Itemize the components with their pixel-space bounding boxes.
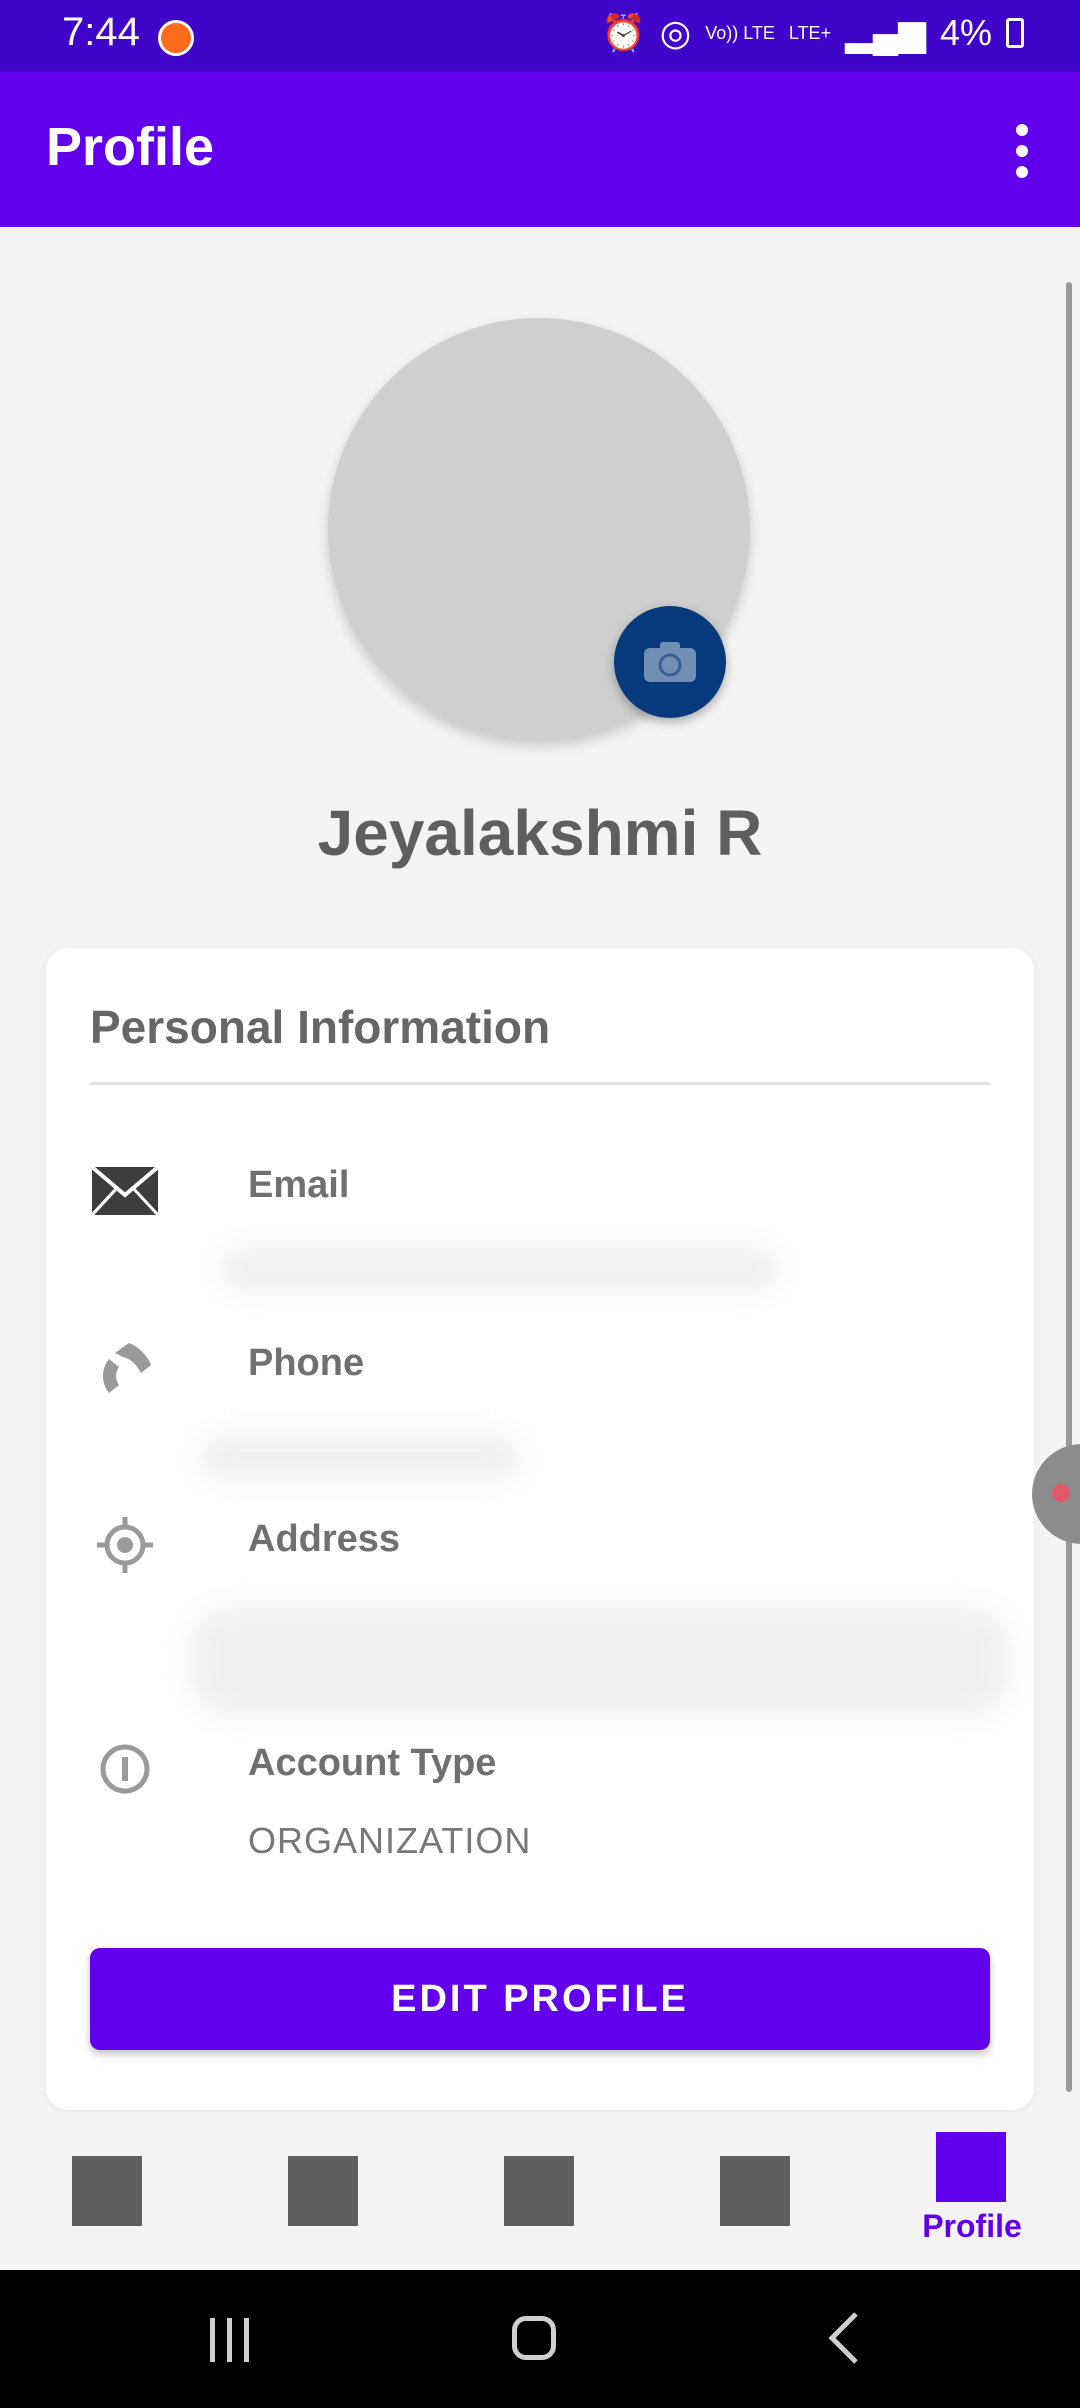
nav-item-profile[interactable]: Profile [864,2112,1080,2270]
card-title: Personal Information [90,1001,551,1053]
lte-indicator: LTE+ [788,23,832,43]
phone-label: Phone [248,1342,365,1384]
address-label: Address [248,1518,401,1560]
nav-item-1[interactable] [0,2112,216,2270]
nav-placeholder-icon [504,2156,574,2226]
hotspot-icon: ◎ [659,12,692,53]
phone-row: Phone [90,1334,990,1480]
nav-item-4[interactable] [648,2112,864,2270]
info-icon [90,1734,160,1804]
email-row: Email [90,1156,990,1292]
envelope-icon [90,1156,160,1226]
battery-percent: 4% [939,12,992,53]
app-bar: Profile [0,72,1080,227]
personal-info-card: Personal Information Email Phone Address… [46,948,1034,2110]
notification-icon [158,20,194,56]
status-icons: ⏰ ◎ Vo)) LTE LTE+ ▂▄▆ 4% [601,12,1024,54]
system-navigation-bar [0,2270,1080,2408]
floating-side-handle[interactable] [1032,1444,1080,1544]
nav-item-3[interactable] [432,2112,648,2270]
account-type-value: ORGANIZATION [248,1820,532,1861]
phone-icon [90,1334,160,1404]
nav-placeholder-icon [288,2156,358,2226]
page-title: Profile [46,117,215,177]
scrollbar[interactable] [1066,282,1072,2092]
status-time: 7:44 [62,10,140,54]
battery-icon [1006,18,1024,48]
nav-placeholder-icon [72,2156,142,2226]
profile-name: Jeyalakshmi R [317,797,763,869]
back-button[interactable] [826,2310,862,2366]
camera-icon [644,642,696,682]
email-label: Email [248,1164,350,1206]
nav-item-2[interactable] [216,2112,432,2270]
account-type-label: Account Type [248,1742,497,1784]
divider [90,1082,990,1085]
volte-indicator: Vo)) LTE [705,23,775,43]
nav-placeholder-icon [720,2156,790,2226]
edit-profile-button[interactable]: EDIT PROFILE [90,1948,990,2050]
account-type-row: Account Type ORGANIZATION [90,1734,990,1894]
signal-icon: ▂▄▆ [845,12,926,53]
status-bar: 7:44 ⏰ ◎ Vo)) LTE LTE+ ▂▄▆ 4% [0,0,1080,72]
email-value-redacted [220,1246,780,1292]
home-button[interactable] [512,2316,556,2360]
address-row: Address [90,1510,1010,1720]
location-target-icon [90,1510,160,1580]
nav-profile-icon [936,2132,1006,2202]
recent-apps-button[interactable] [210,2318,249,2362]
bottom-navigation: Profile [0,2112,1080,2270]
overflow-menu-icon[interactable] [1002,124,1042,178]
phone-value-redacted [200,1434,520,1480]
change-photo-button[interactable] [614,606,726,718]
alarm-icon: ⏰ [600,12,646,53]
nav-profile-label: Profile [922,2208,1022,2244]
address-value-redacted [190,1606,1010,1716]
